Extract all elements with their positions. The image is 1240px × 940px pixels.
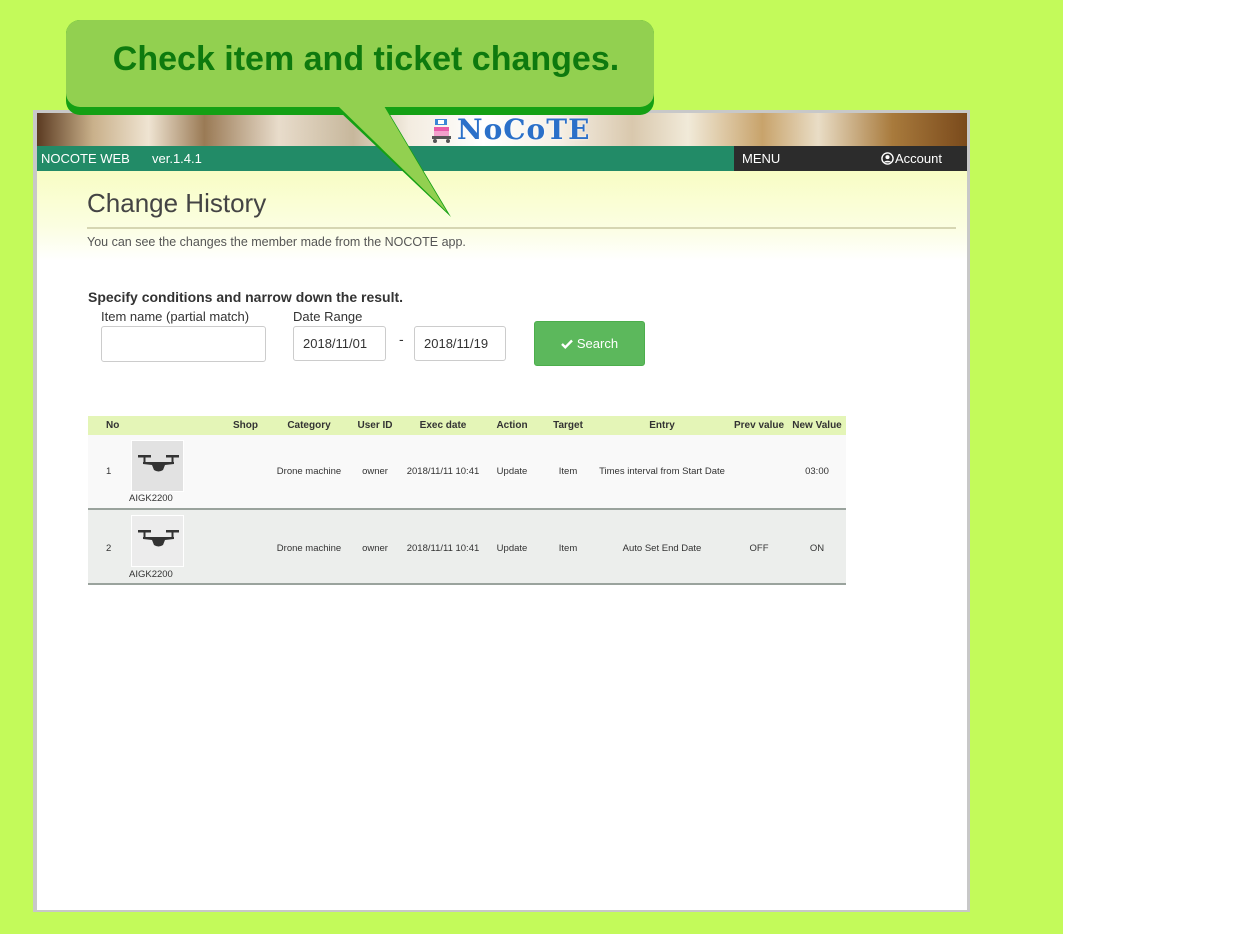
callout-tail (338, 106, 451, 217)
callout-text: Check item and ticket changes. (112, 40, 620, 78)
